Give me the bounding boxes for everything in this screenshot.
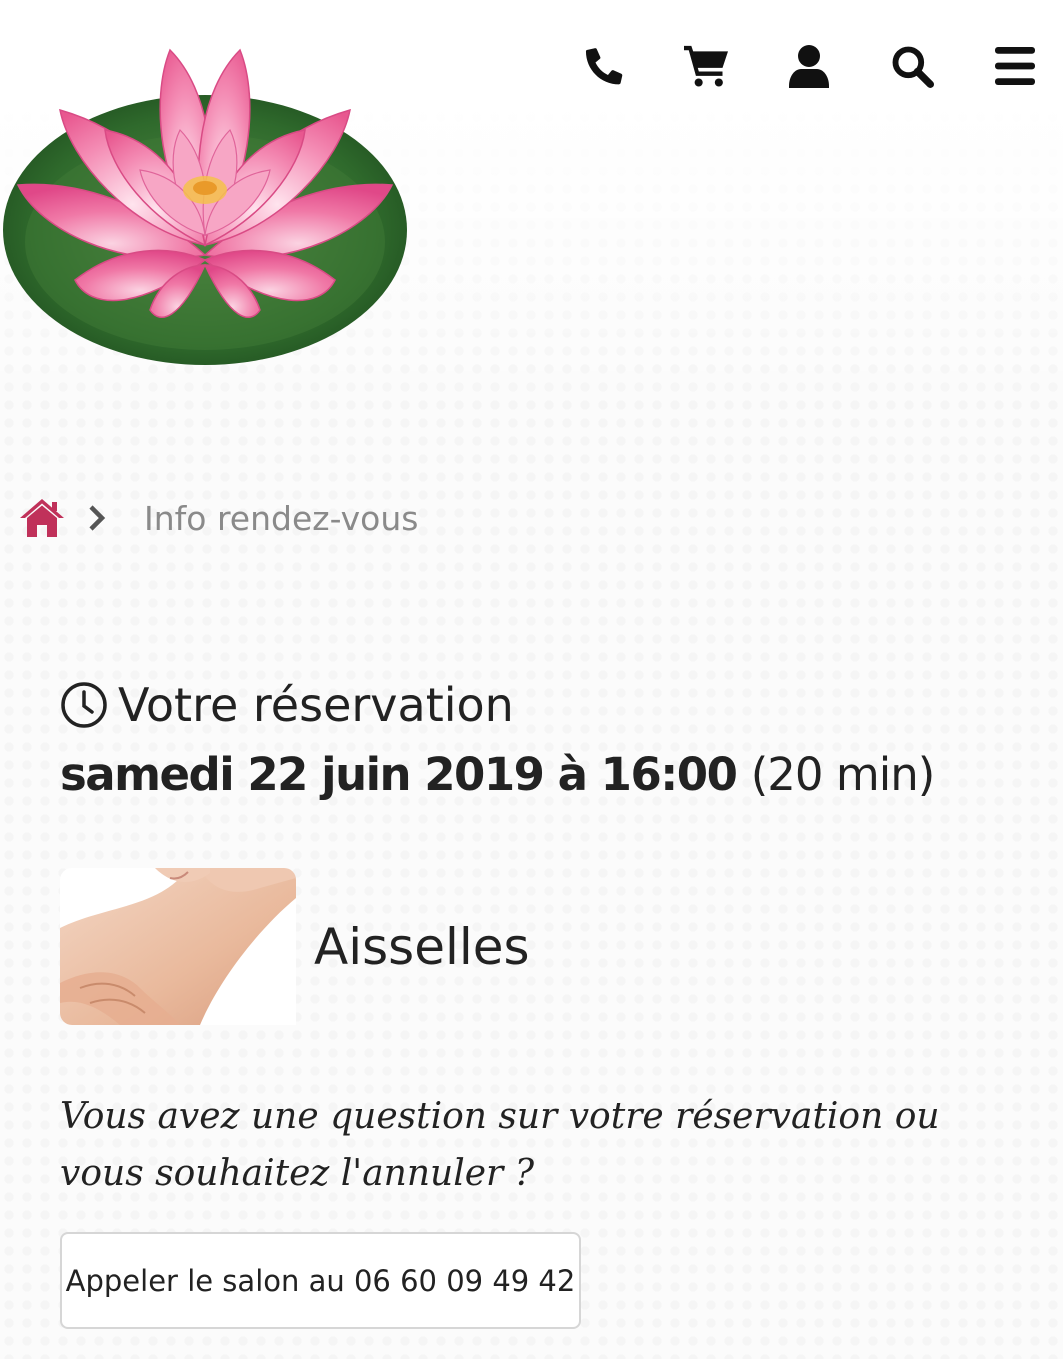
reservation-duration: (20 min) [750,748,936,801]
reservation-summary: Votre réservation samedi 22 juin 2019 à … [60,676,1010,804]
chevron-right-icon [89,505,106,531]
phone-icon[interactable] [575,38,631,94]
reservation-title-text: Votre réservation [118,678,514,732]
service-item: Aisselles [60,868,530,1025]
lotus-flower-logo[interactable] [0,20,420,370]
search-icon[interactable] [884,38,940,94]
header [0,0,1063,410]
call-salon-button[interactable]: Appeler le salon au 06 60 09 49 42 [60,1232,581,1329]
user-icon[interactable] [781,38,837,94]
reservation-datetime: samedi 22 juin 2019 à 16:00 (20 min) [60,746,1010,804]
service-name: Aisselles [314,917,530,976]
header-nav [575,38,1043,94]
cart-icon[interactable] [678,38,734,94]
home-icon[interactable] [18,496,66,540]
clock-icon [61,682,107,728]
menu-icon[interactable] [987,38,1043,94]
breadcrumb-current: Info rendez-vous [144,498,419,538]
breadcrumb: Info rendez-vous [18,490,418,546]
reservation-title: Votre réservation [60,676,1010,734]
service-image [60,868,296,1025]
reservation-date: samedi 22 juin 2019 à 16:00 [60,748,738,801]
question-text: Vous avez une question sur votre réserva… [60,1096,940,1194]
